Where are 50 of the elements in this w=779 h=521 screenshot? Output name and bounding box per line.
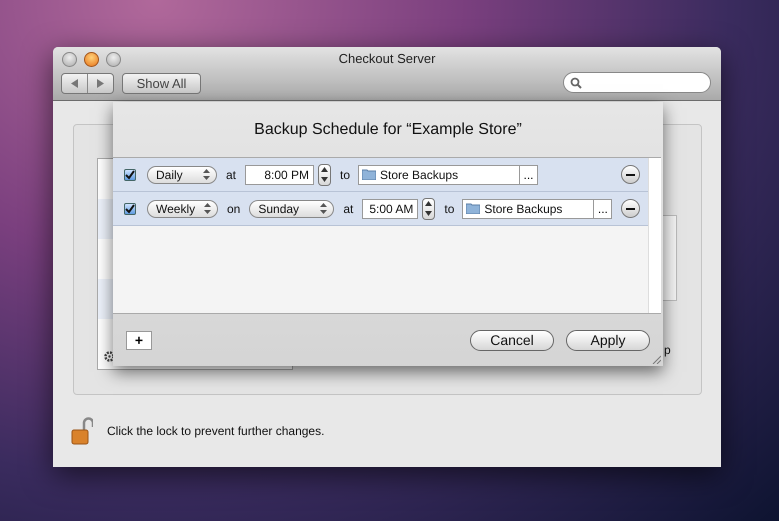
forward-icon [97,79,104,88]
schedule-row[interactable]: Weekly on Sunday at 5:00 AM to Store Backups ... [113,192,648,226]
checkbox[interactable] [124,202,136,214]
folder-icon [362,169,376,180]
schedule-row[interactable]: Daily at 8:00 PM to Store Backups ... [113,158,648,192]
destination-field[interactable]: Store Backups ... [358,164,538,184]
add-button[interactable]: + [126,330,152,350]
partial-text: p [664,343,671,357]
destination-field[interactable]: Store Backups ... [462,198,612,218]
time-stepper[interactable] [318,164,332,186]
minus-icon [626,174,636,176]
up-arrow-icon [425,201,432,206]
dialog-button[interactable]: Apply [566,330,650,350]
at-label: at [343,202,354,216]
time-stepper[interactable] [422,198,436,220]
close-button[interactable] [62,52,77,67]
to-label: to [444,202,454,216]
minimize-button[interactable] [84,52,99,67]
down-arrow-icon [425,211,432,216]
back-forward-control[interactable] [61,73,114,94]
frequency-popup[interactable]: Daily [147,166,217,184]
updown-arrows-icon [320,203,328,214]
day-popup[interactable]: Sunday [249,200,334,218]
resize-grip-icon[interactable] [651,354,661,364]
to-label: to [340,168,350,182]
frequency-popup[interactable]: Weekly [147,200,218,218]
lock-message: Click the lock to prevent further changes. [107,424,324,438]
show-all-button[interactable]: Show All [122,73,201,94]
up-arrow-icon [321,167,328,172]
search-field[interactable] [563,72,711,93]
updown-arrows-icon [203,169,210,180]
dialog-button[interactable]: Cancel [470,330,554,350]
search-icon [570,76,582,88]
down-arrow-icon [321,177,328,182]
zoom-button[interactable] [106,52,121,67]
remove-button[interactable] [621,165,640,184]
time-field[interactable]: 8:00 PM [245,164,314,184]
checkbox[interactable] [124,168,136,180]
updown-arrows-icon [204,203,211,214]
remove-button[interactable] [621,199,640,218]
at-label: at [226,168,236,182]
gear-icon[interactable] [104,351,115,362]
lock-icon[interactable] [71,417,93,445]
time-field[interactable]: 5:00 AM [362,198,418,218]
minus-icon [626,208,636,210]
on-label: on [227,202,240,216]
sheet-title: Backup Schedule for “Example Store” [253,120,523,140]
folder-icon [466,203,480,214]
window-title: Checkout Server [338,51,436,66]
back-icon [71,79,78,88]
